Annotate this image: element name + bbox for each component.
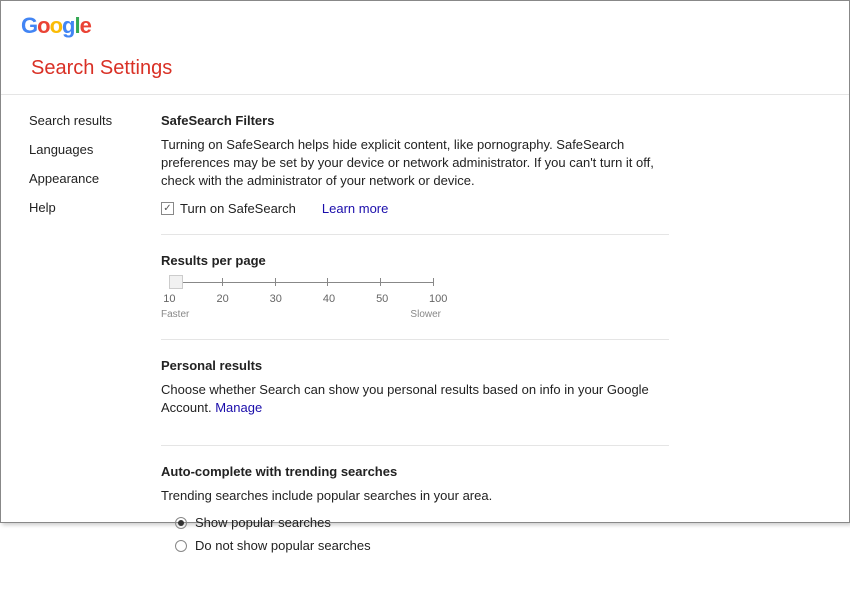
section-safesearch: SafeSearch Filters Turning on SafeSearch… — [161, 113, 669, 235]
slider-tick-label: 30 — [270, 293, 282, 305]
radio-hide-popular[interactable] — [175, 540, 187, 552]
slider-tick-label: 50 — [376, 293, 388, 305]
sidebar-item-search-results[interactable]: Search results — [29, 113, 161, 128]
personal-results-title: Personal results — [161, 358, 669, 373]
sidebar-item-languages[interactable]: Languages — [29, 142, 161, 157]
section-personal-results: Personal results Choose whether Search c… — [161, 358, 669, 446]
slider-slower-label: Slower — [410, 309, 441, 320]
results-per-page-slider[interactable]: 10 20 30 40 50 100 Faster Slower — [161, 282, 441, 321]
section-results-per-page: Results per page 10 20 30 40 50 — [161, 253, 669, 340]
safesearch-checkbox-label: Turn on SafeSearch — [180, 201, 296, 216]
safesearch-checkbox[interactable]: ✓ — [161, 202, 174, 215]
personal-results-manage-link[interactable]: Manage — [215, 400, 262, 415]
google-logo[interactable]: Google — [21, 13, 829, 39]
slider-tick-label: 20 — [216, 293, 228, 305]
safesearch-learn-more-link[interactable]: Learn more — [322, 201, 388, 216]
results-per-page-title: Results per page — [161, 253, 669, 268]
slider-tick-label: 100 — [429, 293, 447, 305]
slider-handle[interactable] — [169, 275, 183, 289]
main-content: SafeSearch Filters Turning on SafeSearch… — [161, 95, 849, 597]
section-autocomplete: Auto-complete with trending searches Tre… — [161, 464, 669, 579]
slider-faster-label: Faster — [161, 309, 189, 320]
page-title: Search Settings — [21, 57, 829, 94]
sidebar-item-appearance[interactable]: Appearance — [29, 171, 161, 186]
sidebar-item-help[interactable]: Help — [29, 200, 161, 215]
safesearch-desc: Turning on SafeSearch helps hide explici… — [161, 136, 669, 191]
autocomplete-title: Auto-complete with trending searches — [161, 464, 669, 479]
sidebar: Search results Languages Appearance Help — [1, 95, 161, 597]
radio-hide-popular-label: Do not show popular searches — [195, 538, 371, 553]
slider-tick-label: 40 — [323, 293, 335, 305]
slider-tick-label: 10 — [163, 293, 175, 305]
autocomplete-desc: Trending searches include popular search… — [161, 487, 669, 505]
safesearch-title: SafeSearch Filters — [161, 113, 669, 128]
